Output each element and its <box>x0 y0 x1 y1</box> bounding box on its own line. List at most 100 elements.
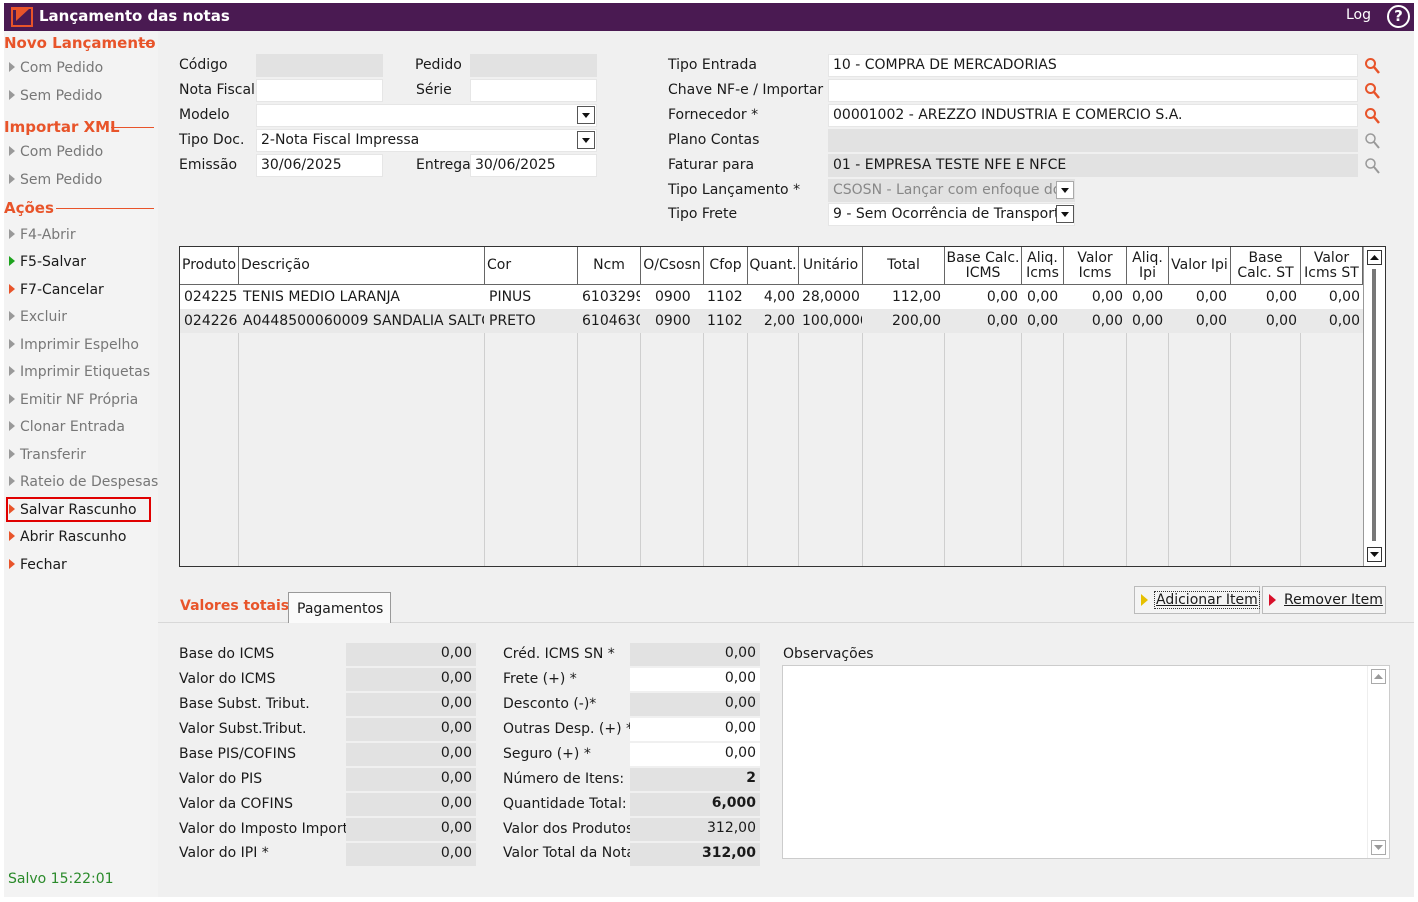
cell: TENIS MEDIO LARANJA <box>243 289 401 305</box>
chevron-down-icon[interactable] <box>577 131 595 149</box>
nota-fiscal-field[interactable] <box>256 79 383 102</box>
search-icon[interactable] <box>1364 107 1380 125</box>
sidebar-item-novo-sem-pedido[interactable]: Sem Pedido <box>9 88 102 104</box>
serie-field[interactable] <box>470 79 597 102</box>
sidebar-item-rateio-despesas[interactable]: Rateio de Despesas <box>9 474 158 490</box>
sidebar-item-novo-com-pedido[interactable]: Com Pedido <box>9 60 103 76</box>
items-grid[interactable]: Produto Descrição Cor Ncm O/Csosn Cfop Q… <box>179 246 1386 567</box>
sidebar-item-label: Transferir <box>20 447 86 463</box>
column-header[interactable]: Descrição <box>239 247 485 285</box>
cell: 0,00 <box>1328 313 1360 329</box>
codigo-field[interactable] <box>256 54 383 77</box>
search-icon[interactable] <box>1364 157 1380 175</box>
help-icon[interactable]: ? <box>1387 5 1410 28</box>
scroll-down-icon[interactable] <box>1371 840 1386 855</box>
divider <box>111 127 154 128</box>
codigo-label: Código <box>179 57 228 73</box>
column-header[interactable]: Aliq. Ipi <box>1127 247 1169 285</box>
sidebar-item-label: Abrir Rascunho <box>20 529 127 545</box>
column-header[interactable]: Ncm <box>578 247 641 285</box>
chevron-down-icon[interactable] <box>577 106 595 124</box>
scroll-up-icon[interactable] <box>1371 669 1386 684</box>
tipo-lancamento-select[interactable]: CSOSN - Lançar com enfoque do <box>828 179 1075 202</box>
sidebar-item-salvar-rascunho[interactable]: Salvar Rascunho <box>9 502 137 518</box>
log-link[interactable]: Log <box>1346 7 1371 23</box>
plano-contas-field[interactable] <box>828 129 1358 152</box>
sidebar-item-emitir-nf-propria[interactable]: Emitir NF Própria <box>9 392 138 408</box>
sidebar-item-f7-cancelar[interactable]: F7-Cancelar <box>9 282 104 298</box>
sidebar <box>4 31 158 897</box>
search-icon[interactable] <box>1364 57 1380 75</box>
column-header[interactable]: Total <box>863 247 945 285</box>
cell: 024226 <box>184 313 238 329</box>
entrega-field[interactable]: 30/06/2025 <box>470 154 597 177</box>
frete-field[interactable]: 0,00 <box>630 668 760 691</box>
column-header[interactable]: O/Csosn <box>641 247 704 285</box>
add-item-button[interactable]: Adicionar Item <box>1134 586 1260 614</box>
scrollbar-thumb[interactable] <box>1372 269 1376 541</box>
search-icon[interactable] <box>1364 132 1380 150</box>
table-row[interactable]: 024225 TENIS MEDIO LARANJA PINUS 6103299… <box>180 285 1363 309</box>
fornecedor-field[interactable]: 00001002 - AREZZO INDUSTRIA E COMERCIO S… <box>828 104 1358 127</box>
total-label: Valor Total da Nota <box>503 845 635 861</box>
chevron-down-icon[interactable] <box>1056 205 1074 223</box>
pedido-field[interactable] <box>470 54 597 77</box>
sidebar-item-clonar-entrada[interactable]: Clonar Entrada <box>9 419 125 435</box>
tipo-frete-select[interactable]: 9 - Sem Ocorrência de Transporte <box>828 203 1075 226</box>
total-value: 0,00 <box>346 693 476 716</box>
chave-nfe-label: Chave NF-e / Importar <box>668 82 824 98</box>
total-value: 0,00 <box>346 843 476 866</box>
seguro-field[interactable]: 0,00 <box>630 743 760 766</box>
cell: 0,00 <box>1195 313 1227 329</box>
faturar-para-field[interactable]: 01 - EMPRESA TESTE NFE E NFCE <box>828 154 1358 177</box>
column-header[interactable]: Unitário <box>799 247 863 285</box>
textarea-scrollbar[interactable] <box>1367 666 1389 858</box>
sidebar-item-fechar[interactable]: Fechar <box>9 557 67 573</box>
chave-nfe-field[interactable] <box>828 79 1358 102</box>
remove-item-button[interactable]: Remover Item <box>1262 586 1386 614</box>
sidebar-item-f4-abrir[interactable]: F4-Abrir <box>9 227 76 243</box>
column-header[interactable]: Valor Icms ST <box>1301 247 1363 285</box>
tab-valores-totais[interactable]: Valores totais <box>180 598 289 614</box>
column-header[interactable]: Quant. <box>748 247 799 285</box>
search-icon[interactable] <box>1364 82 1380 100</box>
tipo-doc-select[interactable]: 2-Nota Fiscal Impressa <box>256 129 597 152</box>
entrega-label: Entrega <box>416 157 471 173</box>
total-label: Seguro (+) * <box>503 746 591 762</box>
sidebar-item-excluir[interactable]: Excluir <box>9 309 67 325</box>
sidebar-item-label: Excluir <box>20 309 67 325</box>
valor-total-nota-value: 312,00 <box>630 843 760 866</box>
column-header[interactable]: Base Calc. ICMS <box>945 247 1022 285</box>
cell: 1102 <box>707 313 743 329</box>
scroll-down-icon[interactable] <box>1367 547 1382 562</box>
tipo-entrada-field[interactable]: 10 - COMPRA DE MERCADORIAS <box>828 54 1358 77</box>
total-value: 0,00 <box>346 818 476 841</box>
column-header[interactable]: Aliq. Icms <box>1022 247 1064 285</box>
sidebar-item-imprimir-etiquetas[interactable]: Imprimir Etiquetas <box>9 364 150 380</box>
outras-despesas-field[interactable]: 0,00 <box>630 718 760 741</box>
sidebar-item-transferir[interactable]: Transferir <box>9 447 86 463</box>
emissao-label: Emissão <box>179 157 238 173</box>
column-header[interactable]: Cfop <box>704 247 748 285</box>
cell: 2,00 <box>763 313 795 329</box>
sidebar-item-abrir-rascunho[interactable]: Abrir Rascunho <box>9 529 127 545</box>
chevron-down-icon[interactable] <box>1056 181 1074 199</box>
column-header[interactable]: Valor Icms <box>1064 247 1127 285</box>
cell: 112,00 <box>892 289 941 305</box>
play-icon <box>1269 594 1276 606</box>
observacoes-textarea[interactable] <box>782 665 1390 859</box>
column-header[interactable]: Base Calc. ST <box>1231 247 1301 285</box>
grid-scrollbar[interactable] <box>1363 247 1385 566</box>
sidebar-item-f5-salvar[interactable]: F5-Salvar <box>9 254 86 270</box>
modelo-select[interactable] <box>256 104 597 127</box>
sidebar-item-imprimir-espelho[interactable]: Imprimir Espelho <box>9 337 139 353</box>
table-row[interactable]: 024226 A0448500060009 SANDALIA SALTO R P… <box>180 309 1363 333</box>
sidebar-item-importar-com-pedido[interactable]: Com Pedido <box>9 144 103 160</box>
emissao-field[interactable]: 30/06/2025 <box>256 154 383 177</box>
column-header[interactable]: Cor <box>485 247 578 285</box>
sidebar-item-importar-sem-pedido[interactable]: Sem Pedido <box>9 172 102 188</box>
column-header[interactable]: Valor Ipi <box>1169 247 1231 285</box>
tab-pagamentos[interactable]: Pagamentos <box>288 592 391 623</box>
scroll-up-icon[interactable] <box>1367 250 1382 265</box>
column-header[interactable]: Produto <box>180 247 239 285</box>
